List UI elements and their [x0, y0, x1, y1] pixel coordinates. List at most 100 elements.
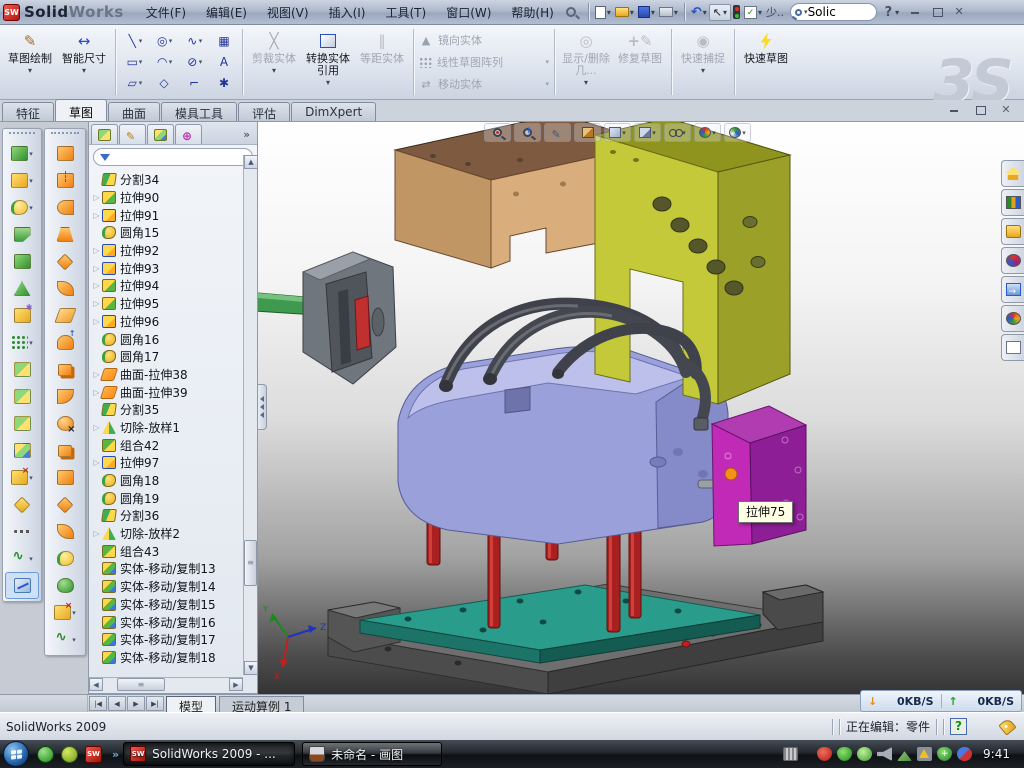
volume-tray-icon[interactable]	[877, 747, 892, 761]
tree-item[interactable]: ▷ 实体-移动/复制14	[91, 578, 243, 596]
expand-arrow-icon[interactable]: ▷	[91, 246, 102, 255]
defender-tray-icon[interactable]	[937, 747, 952, 761]
toolbar-button[interactable]: ▾	[3, 518, 41, 545]
menu-item[interactable]: 编辑(E)	[198, 1, 255, 24]
convert-entities-button[interactable]: 转换实体引用▾	[301, 28, 355, 96]
gray-clamp-part[interactable]	[303, 252, 396, 384]
ribbon-tab[interactable]: 曲面	[108, 102, 160, 121]
manager-tab[interactable]	[147, 124, 174, 144]
tree-item[interactable]: ▷ 实体-移动/复制13	[91, 560, 243, 578]
toolbar-button[interactable]: ▾	[3, 248, 41, 275]
3d-model-canvas[interactable]: Y Z X	[258, 122, 1024, 694]
task-pane-tab[interactable]	[1001, 160, 1024, 187]
network-speed-widget[interactable]: ↓ 0KB/S ↑ 0KB/S	[860, 690, 1022, 712]
spline-icon[interactable]: ∿ ▾	[179, 31, 209, 52]
toolbar-button[interactable]: ▾	[45, 248, 85, 275]
quick-launch-chevron-icon[interactable]: »	[112, 748, 119, 761]
expand-arrow-icon[interactable]: ▷	[91, 299, 102, 308]
toolbar-button[interactable]: ▾	[3, 329, 41, 356]
help-button[interactable]: ?▾	[881, 3, 902, 22]
solidworks-quick-icon[interactable]: SW	[85, 746, 102, 763]
menu-item[interactable]: 帮助(H)	[503, 1, 561, 24]
sketch-picture-icon[interactable]: ▦ ▾	[209, 31, 239, 52]
text-icon[interactable]: A ▾	[209, 52, 239, 73]
sketch-fillet-icon[interactable]: ⌐ ▾	[179, 73, 209, 94]
badge-tray-icon[interactable]	[857, 747, 872, 761]
tree-item[interactable]: ▷ 实体-移动/复制18	[91, 649, 243, 667]
tree-filter-input[interactable]	[114, 151, 256, 163]
tree-item[interactable]: ▷ 拉伸94	[91, 277, 243, 295]
toolbar-button[interactable]: ▾	[3, 464, 41, 491]
slot-icon[interactable]: ▱ ▾	[119, 73, 149, 94]
last-frame-button[interactable]: ▶|	[146, 696, 164, 711]
status-help-button[interactable]: ?	[950, 718, 967, 735]
security-tray-icon[interactable]	[837, 747, 852, 761]
ribbon-tab[interactable]: DimXpert	[291, 102, 376, 121]
menu-item[interactable]: 插入(I)	[321, 1, 374, 24]
close-button[interactable]: ✕	[951, 5, 967, 19]
start-button[interactable]	[3, 741, 29, 767]
expand-arrow-icon[interactable]: ▷	[91, 264, 102, 273]
tree-item[interactable]: ▷ 切除-放样2	[91, 525, 243, 543]
move-entities-button[interactable]: ⇄ 移动实体▾	[419, 74, 549, 94]
tree-item[interactable]: ▷ 拉伸95	[91, 295, 243, 313]
toolbar-button[interactable]: ▾	[3, 302, 41, 329]
ribbon-tab[interactable]: 草图	[55, 99, 107, 121]
hud-button[interactable]: ▾	[634, 123, 661, 142]
doc-minimize-button[interactable]	[946, 103, 962, 117]
toolbar-button[interactable]: ▾	[45, 518, 85, 545]
options-button[interactable]: ✓▾	[742, 4, 764, 21]
doc-close-button[interactable]: ✕	[998, 103, 1014, 117]
tree-item[interactable]: ▷ 圆角18	[91, 472, 243, 490]
search-box[interactable]: ▾	[790, 3, 877, 21]
hud-button[interactable]: ▾	[514, 123, 541, 142]
save-button[interactable]: ▾	[636, 4, 657, 20]
manager-tab[interactable]	[91, 124, 118, 144]
tree-item[interactable]: ▷ 切除-放样1	[91, 419, 243, 437]
tree-item[interactable]: ▷ 圆角16	[91, 330, 243, 348]
expand-arrow-icon[interactable]: ▷	[91, 281, 102, 290]
tag-icon[interactable]	[998, 717, 1016, 735]
offset-entities-button[interactable]: ∥ 等距实体	[355, 28, 409, 96]
toolbar-button[interactable]: ▾	[45, 491, 85, 518]
sketch-button[interactable]: ✎ 草图绘制▾	[3, 28, 57, 96]
mirror-entities-button[interactable]: ▲ 镜向实体	[419, 30, 549, 50]
toolbar-button[interactable]: ▾	[45, 599, 85, 626]
network-tray-icon[interactable]	[897, 747, 912, 761]
menu-item[interactable]: 工具(T)	[377, 1, 434, 24]
hud-button[interactable]: ▾	[544, 123, 571, 142]
task-pane-tab[interactable]	[1001, 247, 1024, 274]
hud-button[interactable]: ▾	[724, 123, 751, 142]
messenger-quick-icon[interactable]	[37, 746, 54, 763]
menu-item[interactable]: 窗口(W)	[438, 1, 499, 24]
toolbar-button[interactable]: ▾	[45, 464, 85, 491]
toolbar-button[interactable]: ▾	[45, 275, 85, 302]
ellipse-icon[interactable]: ⊘ ▾	[179, 52, 209, 73]
menu-item[interactable]: 文件(F)	[138, 1, 194, 24]
next-frame-button[interactable]: ▶	[127, 696, 145, 711]
toolbar-button[interactable]: ▾	[45, 194, 85, 221]
app-quick-icon[interactable]	[61, 746, 78, 763]
print-button[interactable]: ▾	[657, 5, 680, 19]
arc-icon[interactable]: ◠ ▾	[149, 52, 179, 73]
toolbar-button[interactable]: ▾	[45, 356, 85, 383]
scrollbar-thumb[interactable]: ≡	[117, 678, 165, 691]
expand-arrow-icon[interactable]: ▷	[91, 458, 102, 467]
tree-item[interactable]: ▷ 组合43	[91, 542, 243, 560]
rapid-sketch-button[interactable]: 快速草图	[739, 28, 793, 96]
new-document-button[interactable]: ▾	[593, 4, 613, 21]
expand-arrow-icon[interactable]: ▷	[91, 193, 102, 202]
restore-button[interactable]	[929, 5, 945, 19]
toolbar-button[interactable]: ▾	[3, 437, 41, 464]
point-icon[interactable]: ✱ ▾	[209, 73, 239, 94]
linear-sketch-pattern-button[interactable]: 线性草图阵列▾	[419, 52, 549, 72]
tree-item[interactable]: ▷ 曲面-拉伸38	[91, 366, 243, 384]
toolbar-button[interactable]: ▾	[3, 140, 41, 167]
bottom-tab[interactable]: 模型	[166, 696, 216, 712]
trim-entities-button[interactable]: ╳ 剪裁实体▾	[247, 28, 301, 96]
toolbar-button[interactable]: ▾	[3, 194, 41, 221]
tree-vertical-scrollbar[interactable]: ▲ ≡ ▼	[243, 155, 257, 675]
polygon-icon[interactable]: ◇ ▾	[149, 73, 179, 94]
expand-arrow-icon[interactable]: ▷	[91, 423, 102, 432]
tree-item[interactable]: ▷ 拉伸93	[91, 259, 243, 277]
